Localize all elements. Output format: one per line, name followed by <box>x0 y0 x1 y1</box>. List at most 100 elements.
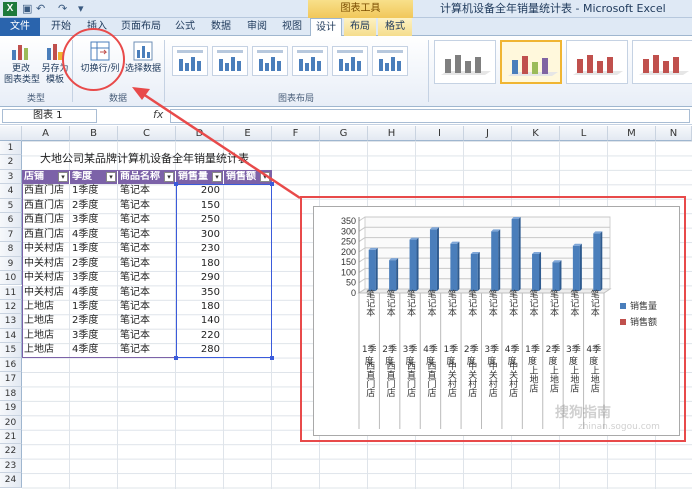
chart-area[interactable]: 0 50 100 150 200 250 300 350 笔记本 1季度西直门店 笔记本 2季度西直门… <box>313 206 680 436</box>
row-header[interactable]: 1 <box>0 141 22 156</box>
row-header[interactable]: 16 <box>0 357 22 373</box>
range-handle[interactable] <box>174 182 178 187</box>
row-header[interactable]: 19 <box>0 401 22 416</box>
chart-bar[interactable] <box>552 262 560 291</box>
row-header[interactable]: 2 <box>0 155 22 170</box>
row-header[interactable]: 21 <box>0 430 22 445</box>
chart-bar-side <box>559 260 562 291</box>
chart-bar[interactable] <box>450 243 458 291</box>
excel-app-icon[interactable]: X <box>3 2 17 16</box>
legend-label[interactable]: 销售量 <box>630 300 657 312</box>
tab-file[interactable]: 文件 <box>0 18 40 36</box>
selected-range-border <box>176 184 272 358</box>
chart-bar[interactable] <box>491 231 499 291</box>
column-header[interactable]: E <box>224 126 272 141</box>
chart-bar-side <box>416 237 419 291</box>
row-header[interactable]: 22 <box>0 444 22 459</box>
tab-design[interactable]: 设计 <box>310 18 342 37</box>
row-header[interactable]: 5 <box>0 198 22 214</box>
row-header[interactable]: 10 <box>0 271 22 286</box>
column-header[interactable]: C <box>118 126 176 141</box>
tab-format[interactable]: 格式 <box>378 18 412 36</box>
tab-view[interactable]: 视图 <box>276 18 308 36</box>
chart-layout-option[interactable] <box>172 46 208 76</box>
tab-page-layout[interactable]: 页面布局 <box>116 18 166 36</box>
row-header[interactable]: 24 <box>0 473 22 488</box>
column-header[interactable]: J <box>464 126 512 141</box>
chart-layout-option[interactable] <box>252 46 288 76</box>
column-header[interactable]: L <box>560 126 608 141</box>
row-header[interactable]: 15 <box>0 343 22 358</box>
column-header[interactable]: F <box>272 126 320 141</box>
row-header[interactable]: 17 <box>0 372 22 387</box>
row-header[interactable]: 9 <box>0 256 22 272</box>
chart-layout-option[interactable] <box>332 46 368 76</box>
row-header[interactable]: 3 <box>0 169 22 185</box>
change-chart-type-button[interactable]: 更改 图表类型 <box>4 40 40 86</box>
chart-gridline <box>358 216 366 222</box>
column-header[interactable]: A <box>22 126 70 141</box>
range-handle[interactable] <box>174 355 178 360</box>
fx-icon[interactable]: fx <box>153 108 163 121</box>
column-header[interactable]: D <box>176 126 224 141</box>
ribbon-separator <box>428 40 429 102</box>
chart-bar[interactable] <box>389 260 397 291</box>
category-label-quarter: 3季 <box>566 343 581 355</box>
chart-bar[interactable] <box>593 233 601 291</box>
row-header[interactable]: 11 <box>0 285 22 300</box>
row-header[interactable]: 4 <box>0 184 22 199</box>
category-label-quarter: 2季 <box>546 343 561 355</box>
name-box[interactable]: 图表 1 <box>2 109 97 123</box>
tab-data[interactable]: 数据 <box>204 18 238 36</box>
chart-layout-option[interactable] <box>212 46 248 76</box>
chart-style-icon <box>441 55 491 75</box>
chart-bar[interactable] <box>470 253 478 291</box>
select-all-corner[interactable] <box>0 126 22 141</box>
chart-bar[interactable] <box>572 245 580 291</box>
row-header[interactable]: 8 <box>0 242 22 257</box>
legend-label[interactable]: 销售额 <box>630 316 657 328</box>
undo-icon[interactable]: ↶ <box>36 2 45 16</box>
chart-bar[interactable] <box>532 253 540 291</box>
chart-layout-option[interactable] <box>292 46 328 76</box>
legend-swatch <box>620 303 626 309</box>
save-icon[interactable]: ▣ <box>22 2 32 16</box>
chart-bar[interactable] <box>511 219 519 291</box>
range-handle[interactable] <box>270 355 274 360</box>
y-tick-label: 0 <box>351 288 356 298</box>
row-header[interactable]: 7 <box>0 227 22 243</box>
chart-style-option[interactable] <box>632 40 692 84</box>
customize-toolbar-icon[interactable]: ▾ <box>78 2 84 16</box>
column-header[interactable]: M <box>608 126 656 141</box>
redo-icon[interactable]: ↷ <box>58 2 67 16</box>
tab-home[interactable]: 开始 <box>44 18 78 36</box>
chart-bar-side <box>375 247 378 291</box>
tab-layout[interactable]: 布局 <box>344 18 376 36</box>
chart-style-option[interactable] <box>500 40 562 84</box>
column-header[interactable]: B <box>70 126 118 141</box>
column-header[interactable]: G <box>320 126 368 141</box>
row-header[interactable]: 13 <box>0 314 22 329</box>
row-header[interactable]: 6 <box>0 213 22 228</box>
column-header[interactable]: N <box>656 126 692 141</box>
chart-bar[interactable] <box>409 239 417 291</box>
chart-bar[interactable] <box>429 229 437 291</box>
tab-formulas[interactable]: 公式 <box>168 18 202 36</box>
chart-layout-option[interactable] <box>372 46 408 76</box>
range-handle[interactable] <box>270 182 274 187</box>
row-header[interactable]: 18 <box>0 386 22 402</box>
column-header[interactable]: I <box>416 126 464 141</box>
formula-input[interactable] <box>170 109 690 123</box>
row-header[interactable]: 14 <box>0 328 22 344</box>
chart-style-option[interactable] <box>566 40 628 84</box>
chart-bar[interactable] <box>368 249 376 291</box>
select-data-button[interactable]: 选择数据 <box>124 40 162 75</box>
category-label-product: 笔记本 <box>507 288 518 317</box>
row-header[interactable]: 12 <box>0 299 22 315</box>
column-header[interactable]: K <box>512 126 560 141</box>
chart-style-option[interactable] <box>434 40 496 84</box>
row-header[interactable]: 23 <box>0 458 22 474</box>
row-header[interactable]: 20 <box>0 415 22 430</box>
column-header[interactable]: H <box>368 126 416 141</box>
tab-review[interactable]: 审阅 <box>240 18 274 36</box>
